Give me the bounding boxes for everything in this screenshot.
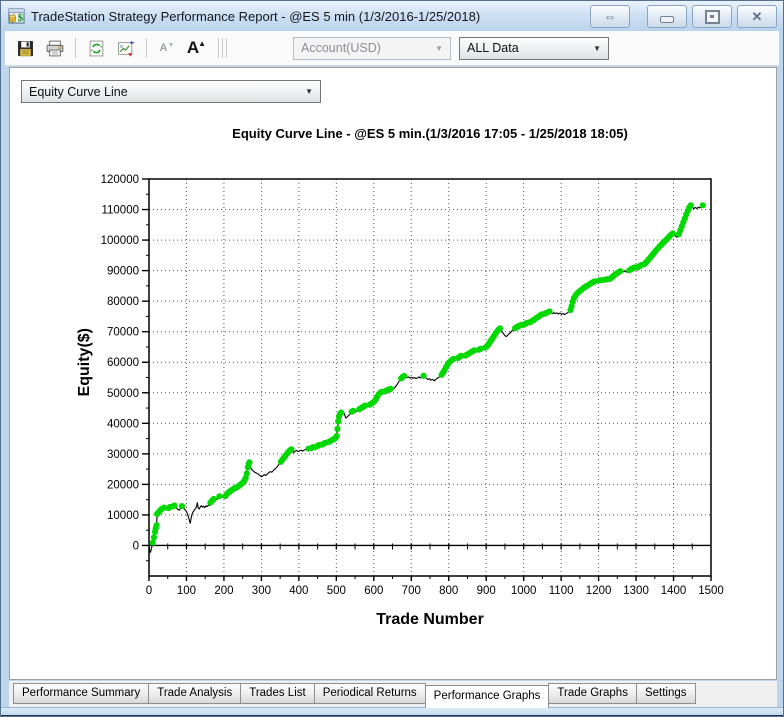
tab-performance-graphs[interactable]: Performance Graphs [424, 685, 550, 708]
svg-text:1200: 1200 [586, 585, 612, 597]
graph-type-dropdown[interactable]: Equity Curve Line ▼ [21, 80, 321, 103]
svg-text:200: 200 [214, 585, 233, 597]
equity-curve-chart: 0100002000030000400005000060000700008000… [76, 174, 724, 628]
svg-text:110000: 110000 [101, 205, 139, 217]
svg-text:1000: 1000 [511, 585, 537, 597]
svg-text:600: 600 [364, 585, 383, 597]
tab-trade-graphs[interactable]: Trade Graphs [548, 683, 637, 704]
svg-text:100000: 100000 [101, 235, 139, 247]
y-axis-title: Equity($) [76, 328, 93, 396]
svg-text:120000: 120000 [101, 174, 139, 186]
tab-strip: Performance Summary Trade Analysis Trades … [9, 681, 777, 708]
svg-text:900: 900 [477, 585, 496, 597]
svg-text:0: 0 [133, 540, 139, 552]
svg-text:60000: 60000 [107, 357, 139, 369]
svg-text:100: 100 [177, 585, 196, 597]
svg-text:400: 400 [289, 585, 308, 597]
svg-text:1500: 1500 [698, 585, 724, 597]
x-axis-title: Trade Number [376, 611, 484, 628]
svg-text:50000: 50000 [107, 388, 139, 400]
chart-title: Equity Curve Line - @ES 5 min.(1/3/2016 … [232, 126, 628, 141]
tab-trade-analysis[interactable]: Trade Analysis [148, 683, 242, 704]
svg-text:1400: 1400 [661, 585, 687, 597]
svg-text:80000: 80000 [107, 296, 139, 308]
window-right-border [779, 31, 783, 707]
svg-text:700: 700 [402, 585, 421, 597]
svg-text:40000: 40000 [107, 418, 139, 430]
tab-settings[interactable]: Settings [635, 683, 696, 704]
graph-type-dropdown-value: Equity Curve Line [29, 84, 128, 99]
tab-periodical-returns[interactable]: Periodical Returns [313, 683, 426, 704]
svg-text:70000: 70000 [107, 327, 139, 339]
tab-trades-list[interactable]: Trades List [240, 683, 315, 704]
svg-text:500: 500 [327, 585, 346, 597]
tradestation-report-window: $ TradeStation Strategy Performance Repo… [0, 0, 784, 717]
svg-text:90000: 90000 [107, 266, 139, 278]
svg-text:1300: 1300 [623, 585, 649, 597]
window-left-border [1, 31, 5, 707]
tab-performance-summary[interactable]: Performance Summary [13, 683, 150, 704]
svg-text:0: 0 [146, 585, 152, 597]
svg-text:30000: 30000 [107, 449, 139, 461]
svg-text:20000: 20000 [107, 479, 139, 491]
svg-text:10000: 10000 [107, 510, 139, 522]
svg-text:1100: 1100 [549, 585, 574, 597]
svg-text:800: 800 [439, 585, 458, 597]
chevron-down-icon: ▼ [305, 87, 313, 96]
svg-text:300: 300 [252, 585, 271, 597]
